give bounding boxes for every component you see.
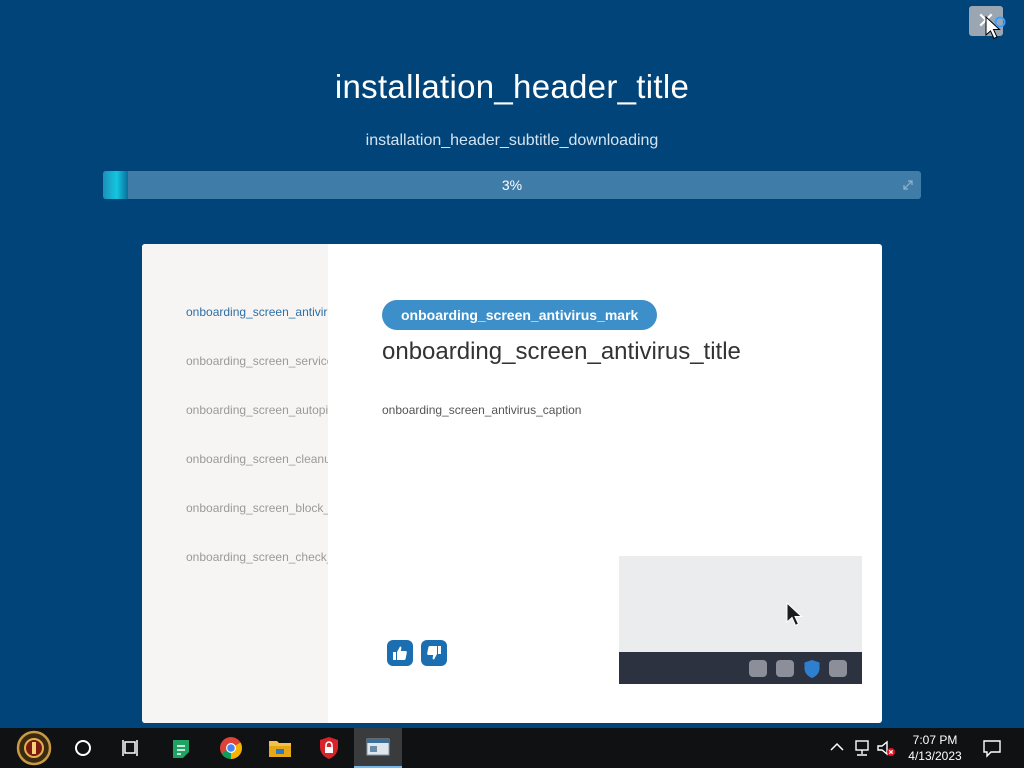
tray-tile-icon — [776, 660, 794, 677]
security-app-icon — [320, 737, 338, 759]
taskbar: 7:07 PM 4/13/2023 — [0, 728, 1024, 768]
notes-app-button[interactable] — [157, 728, 205, 768]
expand-icon — [903, 180, 913, 193]
progress-bar: 3% — [103, 171, 921, 199]
security-app-button[interactable] — [305, 728, 353, 768]
installer-app-icon — [366, 738, 390, 756]
thumbs-down-icon — [427, 646, 441, 660]
cursor-icon — [786, 602, 803, 627]
installer-window: ✕ installation_header_title installation… — [0, 0, 1024, 728]
sidebar-item-cleanup[interactable]: onboarding_screen_cleanup_title — [186, 452, 328, 466]
task-view-icon — [122, 740, 138, 756]
volume-muted-icon[interactable] — [876, 739, 896, 757]
cortana-button[interactable] — [59, 728, 107, 768]
illustration-taskbar — [619, 652, 862, 684]
clock-date: 4/13/2023 — [908, 749, 962, 763]
onboarding-caption: onboarding_screen_antivirus_caption — [382, 403, 582, 417]
clock-time: 7:07 PM — [912, 733, 958, 747]
cortana-icon — [75, 740, 91, 756]
mouse-pointer-icon — [985, 16, 1006, 40]
sidebar-item-check[interactable]: onboarding_screen_check_title — [186, 550, 328, 564]
file-explorer-icon — [269, 741, 291, 757]
tray-tile-icon — [829, 660, 847, 677]
antivirus-mark-badge: onboarding_screen_antivirus_mark — [382, 300, 658, 330]
file-explorer-button[interactable] — [256, 728, 304, 768]
task-view-button[interactable] — [107, 728, 155, 768]
start-button[interactable] — [10, 728, 58, 768]
notifications-icon[interactable] — [982, 738, 1002, 758]
page-subtitle: installation_header_subtitle_downloading — [365, 132, 659, 149]
shield-icon — [804, 660, 820, 678]
chrome-icon — [220, 737, 242, 759]
sidebar-item-autopilot[interactable]: onboarding_screen_autopilot_title — [186, 403, 328, 417]
onboarding-title: onboarding_screen_antivirus_title — [382, 338, 741, 365]
page-title: installation_header_title — [334, 68, 690, 105]
chrome-button[interactable] — [207, 728, 255, 768]
notes-app-icon — [173, 740, 189, 758]
onboarding-sidebar: onboarding_screen_antivirus_title onboar… — [142, 244, 328, 723]
sidebar-item-services[interactable]: onboarding_screen_services_title — [186, 354, 328, 368]
sidebar-item-antivirus[interactable]: onboarding_screen_antivirus_title — [186, 305, 328, 319]
antivirus-illustration — [619, 556, 862, 684]
tray-tile-icon — [749, 660, 767, 677]
onboarding-card: onboarding_screen_antivirus_title onboar… — [142, 244, 882, 723]
chevron-up-icon[interactable] — [830, 742, 844, 752]
thumbs-down-button[interactable] — [421, 640, 447, 666]
thumbs-up-button[interactable] — [387, 640, 413, 666]
installer-app-button[interactable] — [354, 728, 402, 768]
start-icon — [16, 730, 52, 766]
progress-label: 3% — [501, 177, 523, 193]
sidebar-item-block[interactable]: onboarding_screen_block_title — [186, 501, 328, 515]
thumbs-up-icon — [393, 646, 407, 660]
network-icon[interactable] — [852, 739, 872, 757]
clock[interactable]: 7:07 PM 4/13/2023 — [900, 732, 970, 764]
